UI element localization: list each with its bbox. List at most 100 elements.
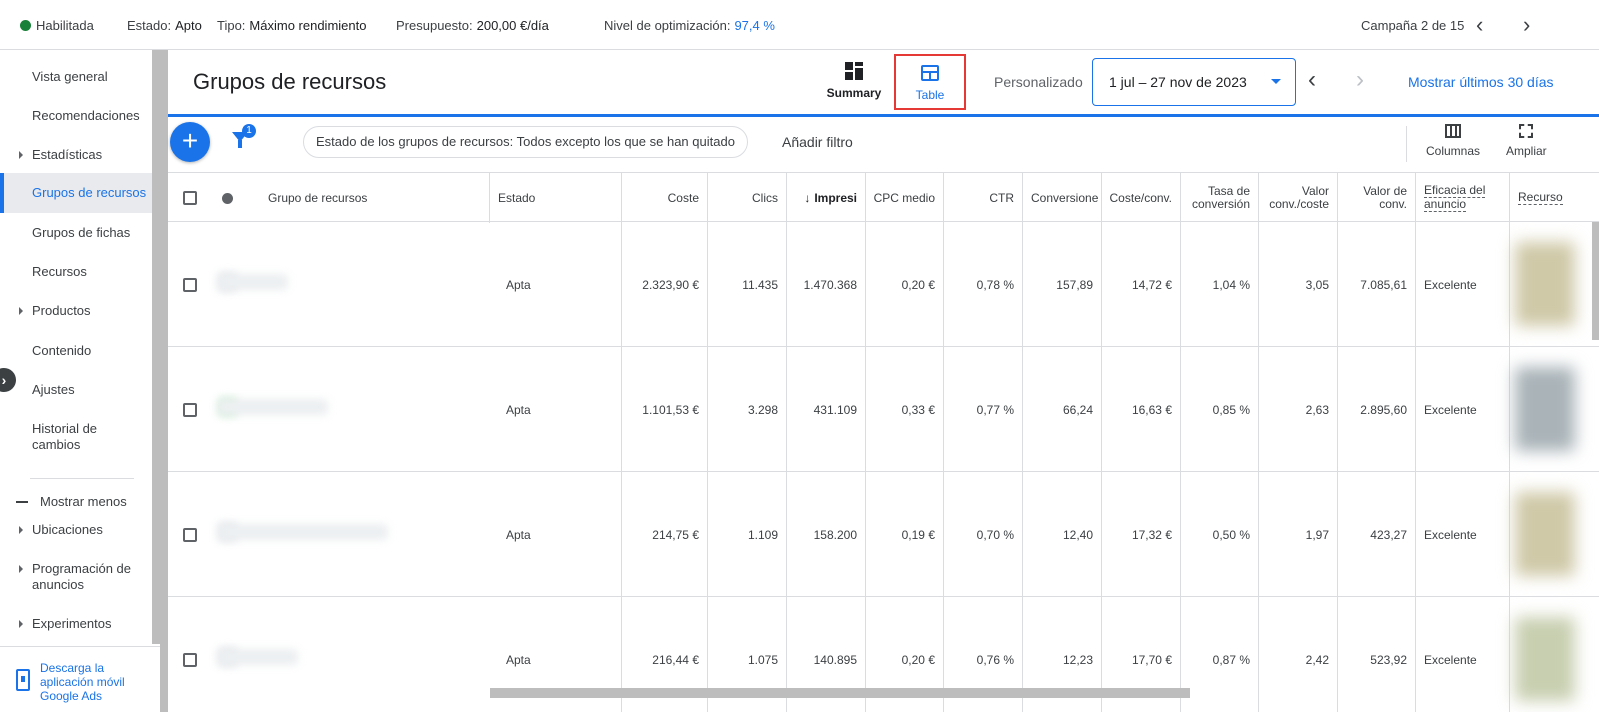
expand-label: Ampliar bbox=[1506, 144, 1547, 158]
sort-down-icon: ↓ bbox=[804, 190, 811, 205]
nav-label: Estadísticas bbox=[32, 147, 103, 162]
campaign-budget[interactable]: Presupuesto: 200,00 €/día bbox=[396, 0, 549, 50]
expand-caret-icon bbox=[19, 151, 23, 159]
asset-thumbnail-redacted[interactable] bbox=[1515, 492, 1575, 576]
campaign-status-label: Habilitada bbox=[36, 17, 94, 33]
download-app-link[interactable]: Descarga la aplicación móvil Google Ads bbox=[0, 646, 160, 712]
row-checkbox[interactable] bbox=[168, 597, 212, 712]
col-header-clics[interactable]: Clics bbox=[708, 173, 787, 223]
col-header-ctr[interactable]: CTR bbox=[944, 173, 1023, 223]
columns-button[interactable]: Columnas bbox=[1426, 124, 1480, 158]
add-button[interactable]: + bbox=[170, 122, 210, 162]
col-header-grupo[interactable]: Grupo de recursos bbox=[260, 173, 490, 223]
nav-label: Productos bbox=[32, 303, 91, 318]
col-header-conversiones[interactable]: Conversione bbox=[1023, 173, 1102, 223]
date-range-select[interactable]: 1 jul – 27 nov de 2023 bbox=[1092, 58, 1296, 106]
add-filter-button[interactable]: Añadir filtro bbox=[782, 134, 853, 150]
optimization-score[interactable]: Nivel de optimización: 97,4 % bbox=[604, 0, 775, 50]
col-header-coste[interactable]: Coste bbox=[622, 173, 708, 223]
nav-historial-de-cambios[interactable]: Historial de cambios bbox=[0, 421, 130, 453]
sidebar-scrollbar[interactable] bbox=[152, 50, 160, 644]
page-title: Grupos de recursos bbox=[193, 69, 387, 94]
nav-productos[interactable]: Productos bbox=[0, 303, 152, 319]
cell-eficacia: Excelente bbox=[1416, 347, 1510, 472]
col-header-valor-conv[interactable]: Valor de conv. bbox=[1338, 173, 1416, 223]
show-last-30-days-link[interactable]: Mostrar últimos 30 días bbox=[1408, 74, 1554, 90]
cell-coste: 214,75 € bbox=[622, 472, 708, 597]
cell-eficacia: Excelente bbox=[1416, 472, 1510, 597]
nav-programacion-de-anuncios[interactable]: Programación de anuncios bbox=[0, 561, 140, 593]
main-scrollbar[interactable] bbox=[160, 50, 168, 712]
prev-period-icon[interactable]: ‹ bbox=[1308, 68, 1316, 92]
show-less-toggle[interactable]: Mostrar menos bbox=[16, 494, 127, 509]
next-period-icon[interactable]: › bbox=[1356, 68, 1364, 92]
nav-recomendaciones[interactable]: Recomendaciones bbox=[0, 108, 152, 124]
row-checkbox[interactable] bbox=[168, 222, 212, 347]
nav-grupos-de-fichas[interactable]: Grupos de fichas bbox=[0, 225, 152, 241]
status-column-header[interactable] bbox=[212, 173, 242, 223]
expand-button[interactable]: Ampliar bbox=[1506, 124, 1547, 158]
cell-clics: 3.298 bbox=[708, 347, 787, 472]
date-preset-label: Personalizado bbox=[994, 74, 1083, 90]
prev-campaign-icon[interactable]: ‹ bbox=[1476, 0, 1483, 50]
col-header-line: Eficacia del bbox=[1424, 183, 1486, 198]
estado-label: Estado: bbox=[127, 17, 172, 33]
col-header-line: conv. bbox=[1379, 197, 1407, 211]
expand-caret-icon bbox=[19, 526, 23, 534]
col-header-cpc[interactable]: CPC medio bbox=[866, 173, 944, 223]
asset-thumbnail-redacted[interactable] bbox=[1515, 617, 1575, 701]
nav-recursos[interactable]: Recursos bbox=[0, 264, 152, 280]
col-header-eficacia[interactable]: Eficacia del anuncio bbox=[1416, 173, 1510, 223]
cell-impresiones: 431.109 bbox=[787, 347, 866, 472]
nav-experimentos[interactable]: Experimentos bbox=[0, 616, 152, 632]
nav-divider bbox=[30, 478, 134, 479]
status-filter-chip[interactable]: Estado de los grupos de recursos: Todos … bbox=[303, 126, 748, 158]
summary-label: Summary bbox=[826, 86, 882, 100]
col-header-coste-conv[interactable]: Coste/conv. bbox=[1102, 173, 1181, 223]
select-all-checkbox[interactable] bbox=[168, 173, 212, 223]
table-row[interactable]: Apta 214,75 € 1.109 158.200 0,19 € 0,70 … bbox=[168, 472, 1599, 597]
toolbar-divider bbox=[1406, 126, 1407, 162]
cell-valor-conv: 523,92 bbox=[1338, 597, 1416, 712]
loading-bar bbox=[168, 114, 1599, 117]
table-row[interactable]: Apta 1.101,53 € 3.298 431.109 0,33 € 0,7… bbox=[168, 347, 1599, 472]
summary-view-button[interactable]: Summary bbox=[818, 62, 890, 108]
row-checkbox[interactable] bbox=[168, 347, 212, 472]
cell-conversiones: 66,24 bbox=[1023, 347, 1102, 472]
expand-caret-icon bbox=[19, 565, 23, 573]
campaign-counter: Campaña 2 de 15 bbox=[1361, 17, 1465, 33]
nav-ajustes[interactable]: Ajustes bbox=[0, 382, 152, 398]
col-header-valor-conv-coste[interactable]: Valor conv./coste bbox=[1259, 173, 1338, 223]
table-view-button[interactable]: Table bbox=[894, 54, 966, 110]
col-header-line: anuncio bbox=[1424, 197, 1467, 212]
campaign-tipo: Tipo: Máximo rendimiento bbox=[217, 0, 366, 50]
next-campaign-icon[interactable]: › bbox=[1523, 0, 1530, 50]
table-horizontal-scrollbar[interactable] bbox=[490, 688, 1190, 698]
col-header-tasa-conversion[interactable]: Tasa de conversión bbox=[1181, 173, 1259, 223]
cell-estado: Apta bbox=[490, 222, 622, 347]
optimization-value[interactable]: 97,4 % bbox=[734, 18, 774, 33]
nav-contenido[interactable]: Contenido bbox=[0, 343, 152, 359]
asset-thumbnail-redacted[interactable] bbox=[1515, 242, 1575, 326]
table-vertical-scrollbar[interactable] bbox=[1592, 222, 1599, 340]
cell-valor-conv: 7.085,61 bbox=[1338, 222, 1416, 347]
left-nav: Vista general Recomendaciones Estadístic… bbox=[0, 50, 160, 712]
nav-ubicaciones[interactable]: Ubicaciones bbox=[0, 522, 152, 538]
campaign-status[interactable]: Habilitada bbox=[20, 0, 94, 50]
col-header-recursos[interactable]: Recurso bbox=[1510, 173, 1599, 223]
row-checkbox[interactable] bbox=[168, 472, 212, 597]
col-header-impresiones[interactable]: ↓ Impresi bbox=[787, 173, 866, 223]
col-header-estado[interactable]: Estado bbox=[490, 173, 622, 223]
table-row[interactable]: Apta 2.323,90 € 11.435 1.470.368 0,20 € … bbox=[168, 222, 1599, 347]
main-content: Grupos de recursos Summary Table Persona… bbox=[160, 50, 1599, 712]
asset-thumbnail-redacted[interactable] bbox=[1515, 367, 1575, 451]
mobile-phone-icon bbox=[16, 669, 30, 691]
dropdown-arrow-icon bbox=[1271, 79, 1281, 84]
asset-group-name-redacted bbox=[218, 524, 388, 540]
nav-vista-general[interactable]: Vista general bbox=[0, 69, 152, 85]
tipo-label: Tipo: bbox=[217, 17, 246, 33]
cell-cpc: 0,19 € bbox=[866, 472, 944, 597]
nav-estadisticas[interactable]: Estadísticas bbox=[0, 147, 152, 163]
cell-coste: 2.323,90 € bbox=[622, 222, 708, 347]
nav-grupos-de-recursos[interactable]: Grupos de recursos bbox=[0, 173, 152, 213]
